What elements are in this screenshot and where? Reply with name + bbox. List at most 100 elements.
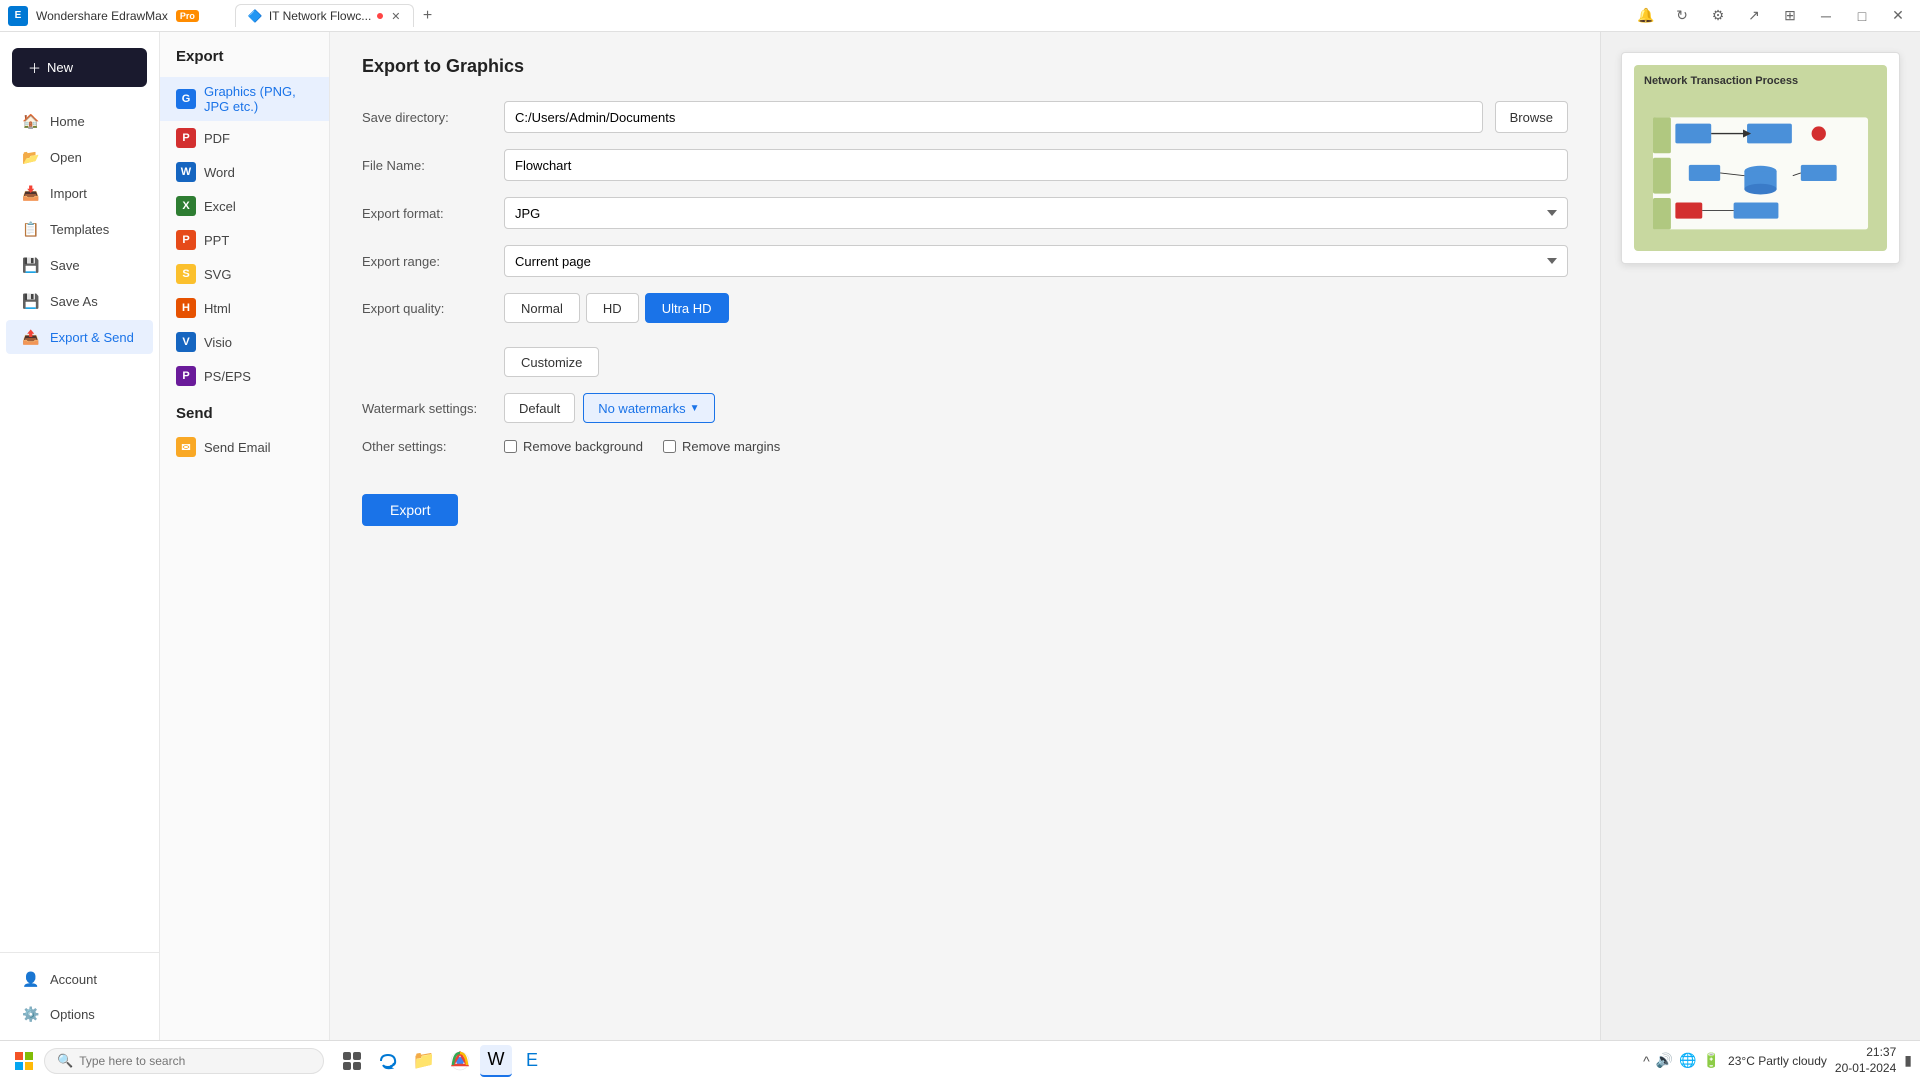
sidebar-item-home[interactable]: 🏠 Home xyxy=(6,104,153,138)
taskbar-app-edrawmax[interactable]: E xyxy=(516,1045,548,1077)
app-title: Wondershare EdrawMax xyxy=(36,9,168,23)
start-button[interactable] xyxy=(8,1045,40,1077)
export-item-visio[interactable]: V Visio xyxy=(160,325,329,359)
remove-margins-checkbox[interactable]: Remove margins xyxy=(663,439,780,454)
export-item-svg[interactable]: S SVG xyxy=(160,257,329,291)
export-format-select[interactable]: JPG PNG BMP GIF TIFF SVG xyxy=(504,197,1568,229)
time-display: 21:37 xyxy=(1835,1045,1896,1061)
watermark-default-button[interactable]: Default xyxy=(504,393,575,423)
quality-hd-button[interactable]: HD xyxy=(586,293,639,323)
export-item-ppt[interactable]: P PPT xyxy=(160,223,329,257)
maximize-button[interactable]: □ xyxy=(1848,2,1876,30)
taskbar-app-edge[interactable] xyxy=(372,1045,404,1077)
remove-margins-label: Remove margins xyxy=(682,439,780,454)
export-item-pdf[interactable]: P PDF xyxy=(160,121,329,155)
export-item-pseps[interactable]: P PS/EPS xyxy=(160,359,329,393)
sidebar-item-open[interactable]: 📂 Open xyxy=(6,140,153,174)
save-directory-label: Save directory: xyxy=(362,110,492,125)
taskbar-right: ^ 🔊 🌐 🔋 23°C Partly cloudy 21:37 20-01-2… xyxy=(1643,1045,1912,1076)
close-button[interactable]: ✕ xyxy=(1884,2,1912,30)
file-name-label: File Name: xyxy=(362,158,492,173)
remove-margins-input[interactable] xyxy=(663,440,676,453)
refresh-icon[interactable]: ↻ xyxy=(1668,2,1696,30)
quality-ultrahd-button[interactable]: Ultra HD xyxy=(645,293,729,323)
titlebar: E Wondershare EdrawMax Pro 🔷 IT Network … xyxy=(0,0,1920,32)
pseps-icon: P xyxy=(176,366,196,386)
minimize-button[interactable]: ─ xyxy=(1812,2,1840,30)
watermark-group: Default No watermarks ▼ xyxy=(504,393,715,423)
taskbar-apps: 📁 W E xyxy=(336,1045,548,1077)
other-settings-row: Other settings: Remove background Remove… xyxy=(362,439,1568,454)
show-desktop-icon[interactable]: ▮ xyxy=(1904,1052,1912,1069)
widgets-icon xyxy=(342,1051,362,1071)
notification-icon[interactable]: 🔔 xyxy=(1632,2,1660,30)
sidebar-item-save[interactable]: 💾 Save xyxy=(6,248,153,282)
sidebar-templates-label: Templates xyxy=(50,222,109,237)
html-icon: H xyxy=(176,298,196,318)
remove-background-input[interactable] xyxy=(504,440,517,453)
speaker-icon[interactable]: 🔊 xyxy=(1656,1052,1673,1069)
taskbar: 🔍 📁 xyxy=(0,1040,1920,1080)
save-directory-row: Save directory: Browse xyxy=(362,101,1568,133)
ppt-icon: P xyxy=(176,230,196,250)
content-area: Export G Graphics (PNG, JPG etc.) P PDF … xyxy=(160,32,1920,1040)
network-icon[interactable]: 🌐 xyxy=(1679,1052,1696,1069)
remove-background-checkbox[interactable]: Remove background xyxy=(504,439,643,454)
export-item-graphics[interactable]: G Graphics (PNG, JPG etc.) xyxy=(160,77,329,121)
main-container: ＋ New 🏠 Home 📂 Open 📥 Import 📋 Templates… xyxy=(0,32,1920,1040)
sidebar-home-label: Home xyxy=(50,114,85,129)
export-item-word[interactable]: W Word xyxy=(160,155,329,189)
export-item-email[interactable]: ✉ Send Email xyxy=(160,430,329,464)
search-bar[interactable]: 🔍 xyxy=(44,1048,324,1074)
sidebar-item-templates[interactable]: 📋 Templates xyxy=(6,212,153,246)
chevron-up-icon[interactable]: ^ xyxy=(1643,1053,1650,1069)
sidebar-item-save-as[interactable]: 💾 Save As xyxy=(6,284,153,318)
export-range-row: Export range: Current page All pages Sel… xyxy=(362,245,1568,277)
export-format-row: Export format: JPG PNG BMP GIF TIFF SVG xyxy=(362,197,1568,229)
export-range-select[interactable]: Current page All pages Selected pages xyxy=(504,245,1568,277)
browse-button[interactable]: Browse xyxy=(1495,101,1568,133)
grid-icon[interactable]: ⊞ xyxy=(1776,2,1804,30)
taskbar-app-word[interactable]: W xyxy=(480,1045,512,1077)
file-name-input[interactable] xyxy=(504,149,1568,181)
settings-icon[interactable]: ⚙ xyxy=(1704,2,1732,30)
export-button[interactable]: Export xyxy=(362,494,458,526)
new-label: New xyxy=(47,60,73,75)
battery-icon[interactable]: 🔋 xyxy=(1703,1052,1720,1069)
app-icon: E xyxy=(8,6,28,26)
sidebar-item-import[interactable]: 📥 Import xyxy=(6,176,153,210)
new-button[interactable]: ＋ New xyxy=(12,48,147,87)
export-pseps-label: PS/EPS xyxy=(204,369,251,384)
save-icon: 💾 xyxy=(22,256,40,274)
share-icon[interactable]: ↗ xyxy=(1740,2,1768,30)
preview-diagram: Network Transaction Process xyxy=(1634,65,1887,251)
export-item-excel[interactable]: X Excel xyxy=(160,189,329,223)
save-directory-input[interactable] xyxy=(504,101,1483,133)
sidebar-item-options[interactable]: ⚙️ Options xyxy=(6,997,153,1031)
export-email-label: Send Email xyxy=(204,440,270,455)
preview-panel: Network Transaction Process xyxy=(1600,32,1920,1040)
tab-close-icon[interactable]: ✕ xyxy=(391,10,400,23)
home-icon: 🏠 xyxy=(22,112,40,130)
sidebar-item-export-send[interactable]: 📤 Export & Send xyxy=(6,320,153,354)
export-graphics-label: Graphics (PNG, JPG etc.) xyxy=(204,84,313,114)
graphics-icon: G xyxy=(176,89,196,109)
new-tab-button[interactable]: + xyxy=(418,6,438,26)
visio-icon: V xyxy=(176,332,196,352)
panel-title: Export to Graphics xyxy=(362,56,1568,77)
quality-normal-button[interactable]: Normal xyxy=(504,293,580,323)
sidebar-open-label: Open xyxy=(50,150,82,165)
sidebar-item-account[interactable]: 👤 Account xyxy=(6,962,153,996)
watermark-no-watermarks-button[interactable]: No watermarks ▼ xyxy=(583,393,714,423)
pdf-icon: P xyxy=(176,128,196,148)
taskbar-app-widgets[interactable] xyxy=(336,1045,368,1077)
search-icon: 🔍 xyxy=(57,1053,73,1069)
taskbar-app-explorer[interactable]: 📁 xyxy=(408,1045,440,1077)
taskbar-app-chrome[interactable] xyxy=(444,1045,476,1077)
export-sidebar: Export G Graphics (PNG, JPG etc.) P PDF … xyxy=(160,32,330,1040)
active-tab[interactable]: 🔷 IT Network Flowc... ✕ xyxy=(235,4,414,27)
customize-button[interactable]: Customize xyxy=(504,347,599,377)
export-item-html[interactable]: H Html xyxy=(160,291,329,325)
search-input[interactable] xyxy=(79,1054,279,1068)
new-icon: ＋ xyxy=(28,58,41,77)
